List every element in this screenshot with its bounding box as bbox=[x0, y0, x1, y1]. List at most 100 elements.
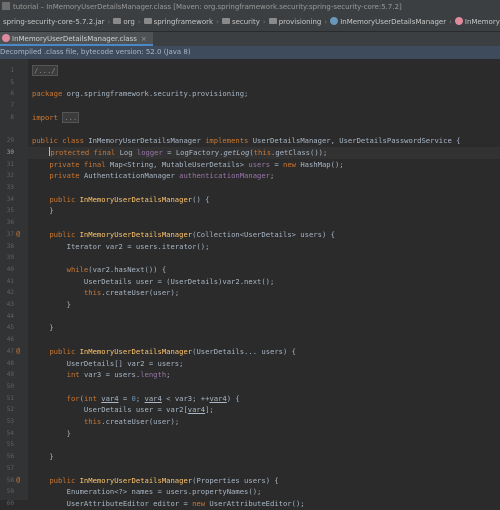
class-icon bbox=[330, 17, 339, 25]
line-number: 52 bbox=[6, 406, 14, 414]
line-number: 29 bbox=[6, 137, 14, 145]
override-marker-icon[interactable]: @ bbox=[16, 229, 20, 241]
code-line[interactable]: /.../ bbox=[32, 65, 58, 77]
code-line[interactable]: } bbox=[32, 299, 71, 311]
code-token: int bbox=[83, 393, 102, 403]
code-token: public bbox=[49, 194, 80, 204]
code-token: (Collection<UserDetails> users) { bbox=[192, 229, 335, 239]
editor-tab-bar: InMemoryUserDetailsManager.class × bbox=[0, 32, 500, 46]
code-line[interactable]: this.createUser(user); bbox=[32, 416, 179, 428]
code-token: ; bbox=[166, 370, 171, 380]
code-token: () { bbox=[192, 194, 210, 204]
line-number: 50 bbox=[6, 382, 14, 390]
code-token: = bbox=[270, 159, 284, 169]
code-line[interactable]: } bbox=[32, 322, 54, 334]
code-token: public bbox=[49, 229, 80, 239]
close-tab-icon[interactable]: × bbox=[141, 35, 147, 43]
code-line[interactable]: UserDetails user = (UserDetails)var2.nex… bbox=[32, 276, 274, 288]
code-line[interactable]: for(int var4 = 0; var4 < var3; ++var4) { bbox=[32, 393, 240, 405]
line-number: 7 bbox=[10, 102, 14, 110]
override-marker-icon[interactable]: @ bbox=[16, 346, 20, 358]
code-line[interactable]: UserDetails[] var2 = users; bbox=[32, 358, 184, 370]
code-token: = LogFactory. bbox=[162, 147, 224, 157]
code-token: implements bbox=[205, 136, 253, 146]
code-token: public bbox=[49, 475, 80, 485]
code-token: public class bbox=[32, 136, 89, 146]
breadcrumb-label: InMemoryUserDetailsManager bbox=[340, 18, 447, 26]
code-token: InMemoryUserDetailsManager bbox=[79, 346, 193, 356]
code-token: public bbox=[49, 346, 80, 356]
line-number: 36 bbox=[6, 219, 14, 227]
code-token: new bbox=[283, 159, 301, 169]
code-token: var4 bbox=[209, 393, 227, 403]
breadcrumb-item-class[interactable]: InMemoryUserDetailsManager bbox=[327, 14, 449, 31]
code-line[interactable]: protected final Log logger = LogFactory.… bbox=[32, 146, 328, 159]
breadcrumb-item-folder[interactable]: security bbox=[219, 14, 263, 31]
code-token: this bbox=[253, 147, 272, 157]
line-number: 6 bbox=[10, 90, 14, 98]
breadcrumb-label: springframework bbox=[153, 18, 214, 26]
tab-inmemoryuserdetailsmanager[interactable]: InMemoryUserDetailsManager.class × bbox=[0, 32, 153, 46]
code-token: } bbox=[32, 323, 54, 333]
code-line[interactable]: } bbox=[32, 428, 71, 440]
code-line[interactable]: public InMemoryUserDetailsManager(UserDe… bbox=[32, 346, 296, 358]
folded-region[interactable]: ... bbox=[62, 111, 80, 123]
code-line[interactable]: this.createUser(user); bbox=[32, 287, 179, 299]
breadcrumb-item-folder[interactable]: provisioning bbox=[266, 14, 325, 31]
line-number: 41 bbox=[6, 277, 14, 285]
code-line[interactable]: public InMemoryUserDetailsManager(Collec… bbox=[32, 229, 335, 241]
line-number: 39 bbox=[6, 254, 14, 262]
code-editor[interactable]: /.../ package org.springframework.securit… bbox=[28, 59, 500, 508]
code-line[interactable]: } bbox=[32, 451, 53, 463]
breadcrumb-item-folder[interactable]: springframework bbox=[141, 14, 217, 31]
code-token: HashMap(); bbox=[300, 159, 344, 169]
code-line[interactable]: Iterator var2 = users.iterator(); bbox=[32, 241, 210, 253]
code-line[interactable]: int var3 = users.length; bbox=[32, 369, 171, 381]
code-token: int bbox=[66, 370, 84, 380]
code-token: ) { bbox=[226, 393, 240, 403]
code-token: UserAttributeEditor editor = bbox=[32, 498, 193, 508]
method-icon bbox=[454, 17, 463, 25]
code-token: InMemoryUserDetailsManager bbox=[79, 475, 193, 485]
code-line[interactable]: while(var2.hasNext()) { bbox=[32, 264, 167, 276]
code-line[interactable]: public class InMemoryUserDetailsManager … bbox=[32, 135, 460, 147]
line-number: 37 bbox=[6, 230, 14, 238]
line-number: 8 bbox=[10, 113, 14, 121]
code-line[interactable]: UserDetails user = var2[var4]; bbox=[32, 404, 214, 416]
code-line[interactable]: public InMemoryUserDetailsManager() { bbox=[32, 194, 209, 206]
line-number: 35 bbox=[6, 207, 14, 215]
code-token: private final bbox=[49, 159, 110, 169]
line-number: 46 bbox=[6, 336, 14, 344]
code-line[interactable]: import ... bbox=[32, 111, 80, 124]
line-number: 33 bbox=[6, 184, 14, 191]
breadcrumb-label: InMemoryUserDetailsManager bbox=[464, 18, 500, 26]
line-number: 59 bbox=[6, 488, 14, 496]
breadcrumb-item-method[interactable]: InMemoryUserDetailsManager bbox=[452, 14, 500, 31]
line-number: 30 bbox=[6, 148, 14, 156]
code-token: for bbox=[66, 393, 80, 403]
code-line[interactable]: private final Map<String, MutableUserDet… bbox=[32, 159, 344, 171]
breadcrumb-label: provisioning bbox=[278, 18, 322, 26]
navigation-breadcrumb: spring-security-core-5.7.2.jar › org › sprin… bbox=[0, 14, 500, 32]
code-token: new bbox=[192, 498, 210, 508]
folded-region[interactable]: /.../ bbox=[32, 65, 58, 76]
line-number: 42 bbox=[6, 289, 14, 297]
code-token: .createUser(user); bbox=[101, 288, 180, 298]
code-line[interactable]: Enumeration<?> names = users.propertyNam… bbox=[32, 486, 262, 498]
code-token: logger bbox=[136, 147, 163, 157]
line-number: 56 bbox=[6, 453, 14, 461]
override-marker-icon[interactable]: @ bbox=[16, 475, 20, 487]
breadcrumb-item-jar[interactable]: spring-security-core-5.7.2.jar bbox=[0, 14, 108, 31]
code-token: .getClass()); bbox=[271, 147, 328, 157]
line-number: 47 bbox=[6, 347, 14, 355]
code-token: InMemoryUserDetailsManager bbox=[79, 229, 193, 239]
code-token: } bbox=[32, 428, 71, 438]
code-line[interactable]: private AuthenticationManager authentica… bbox=[32, 170, 274, 182]
code-line[interactable]: } bbox=[32, 205, 53, 217]
code-line[interactable]: public InMemoryUserDetailsManager(Proper… bbox=[32, 475, 278, 487]
breadcrumb-item-folder[interactable]: org bbox=[110, 14, 137, 31]
code-line[interactable]: package org.springframework.security.pro… bbox=[32, 88, 248, 100]
line-number: 51 bbox=[6, 394, 14, 402]
